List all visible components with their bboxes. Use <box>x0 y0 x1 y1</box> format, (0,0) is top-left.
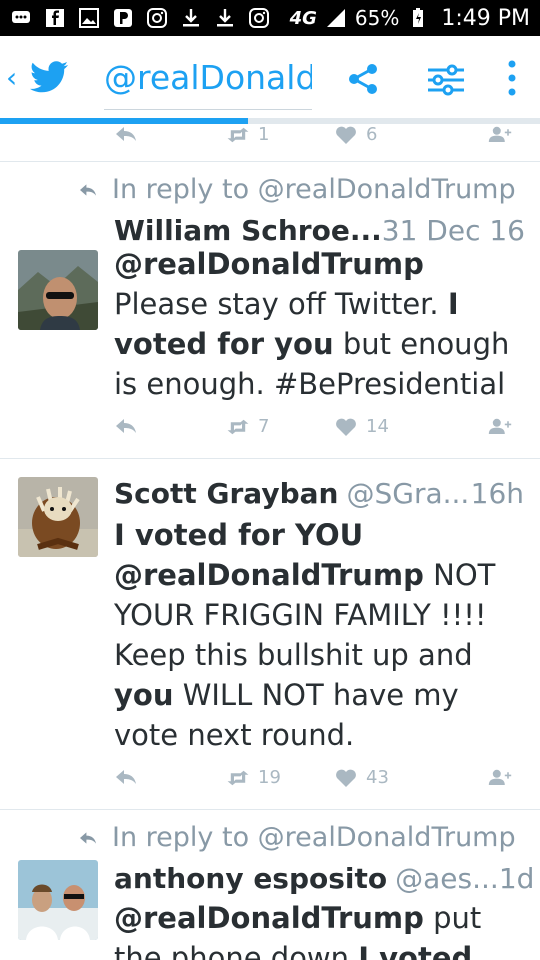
tweet-time: 31 Dec 16 <box>381 214 525 247</box>
reply-button[interactable] <box>114 416 138 436</box>
battery-percent: 65% <box>354 6 400 30</box>
tweet-body: @realDonaldTrump put the phone down I vo… <box>114 898 526 960</box>
tweet-header: William Schroe... 31 Dec 16 <box>114 214 525 247</box>
download-notification-icon <box>180 7 202 29</box>
reply-context: In reply to @realDonaldTrump <box>78 822 516 853</box>
tweet-actions: 7 14 <box>0 416 540 452</box>
tweet-body: I voted for YOU @realDonaldTrump NOT YOU… <box>114 515 526 755</box>
tweet-text-bold: you <box>114 678 174 712</box>
reply-context-text: In reply to @realDonaldTrump <box>112 174 516 205</box>
reply-button[interactable] <box>114 767 138 787</box>
tweet-body: @realDonaldTrump Please stay off Twitter… <box>114 244 526 404</box>
battery-icon <box>407 7 429 29</box>
app-bar: ‹ @realDonald <box>0 36 540 122</box>
retweet-button[interactable]: 19 <box>226 767 281 788</box>
twitter-bird-icon[interactable] <box>29 60 70 96</box>
reply-context-text: In reply to @realDonaldTrump <box>112 822 516 853</box>
tweet-actions: 1 6 <box>0 124 540 160</box>
tweet-text: Please stay off Twitter. <box>114 287 448 321</box>
instagram-notification-icon <box>248 7 270 29</box>
share-icon[interactable] <box>346 62 380 96</box>
signal-icon <box>325 7 347 29</box>
filter-sliders-icon[interactable] <box>426 62 466 98</box>
tweet-text-bold: I voted for YOU <box>114 518 364 552</box>
follow-button[interactable] <box>488 416 512 436</box>
retweet-count: 1 <box>258 124 270 145</box>
tweet-header: Scott Grayban @SGra... 16h <box>114 477 524 510</box>
tweet-time: 16h <box>470 477 524 510</box>
network-type: 4G <box>289 7 317 29</box>
mention-link[interactable]: @realDonaldTrump <box>114 901 424 935</box>
like-count: 6 <box>366 124 378 145</box>
retweet-button[interactable]: 7 <box>226 416 269 437</box>
instagram-notification-icon <box>146 7 168 29</box>
like-count: 43 <box>366 767 389 788</box>
tweet-header: anthony esposito @aes... 1d <box>114 862 534 895</box>
reply-arrow-icon <box>80 831 96 844</box>
profile-title[interactable]: @realDonald <box>104 54 312 110</box>
author-name[interactable]: William Schroe... <box>114 214 382 247</box>
author-name[interactable]: Scott Grayban <box>114 477 338 510</box>
facebook-notification-icon <box>44 7 66 29</box>
back-chevron-icon[interactable]: ‹ <box>6 64 17 92</box>
tweet-feed[interactable]: 1 6 In reply to @realDonaldTrump William… <box>0 124 540 960</box>
retweet-button[interactable]: 1 <box>226 124 269 145</box>
like-count: 14 <box>366 416 389 437</box>
download-notification-icon <box>214 7 236 29</box>
author-name[interactable]: anthony esposito <box>114 862 387 895</box>
avatar[interactable] <box>18 860 98 940</box>
avatar[interactable] <box>18 250 98 330</box>
retweet-count: 19 <box>258 767 281 788</box>
tweet-actions: 19 43 <box>0 767 540 803</box>
avatar[interactable] <box>18 477 98 557</box>
follow-button[interactable] <box>488 124 512 144</box>
like-button[interactable]: 43 <box>334 767 389 788</box>
status-bar: 4G 65% 1:49 PM <box>0 0 540 36</box>
tweet-text-bold: I voted <box>358 941 473 960</box>
tweet-item[interactable]: Scott Grayban @SGra... 16h I voted for Y… <box>0 459 540 809</box>
author-handle[interactable]: @SGra... <box>346 477 469 510</box>
mention-link[interactable]: @realDonaldTrump <box>114 247 424 281</box>
tweet-time: 1d <box>498 862 535 895</box>
notification-icons <box>10 7 270 29</box>
reply-context: In reply to @realDonaldTrump <box>78 174 516 205</box>
reply-button[interactable] <box>114 124 138 144</box>
retweet-count: 7 <box>258 416 270 437</box>
chat-notification-icon <box>10 7 32 29</box>
system-indicators: 4G 65% 1:49 PM <box>290 6 530 31</box>
follow-button[interactable] <box>488 767 512 787</box>
mention-link[interactable]: @realDonaldTrump <box>114 558 424 592</box>
gallery-notification-icon <box>78 7 100 29</box>
like-button[interactable]: 6 <box>334 124 377 145</box>
like-button[interactable]: 14 <box>334 416 389 437</box>
p-notification-icon <box>112 7 134 29</box>
reply-arrow-icon <box>80 183 96 196</box>
more-vertical-icon[interactable] <box>500 58 524 98</box>
clock: 1:49 PM <box>441 5 530 31</box>
tweet-item[interactable]: In reply to @realDonaldTrump anthony esp… <box>0 810 540 960</box>
author-handle[interactable]: @aes... <box>395 862 499 895</box>
tweet-item[interactable]: In reply to @realDonaldTrump William Sch… <box>0 162 540 458</box>
